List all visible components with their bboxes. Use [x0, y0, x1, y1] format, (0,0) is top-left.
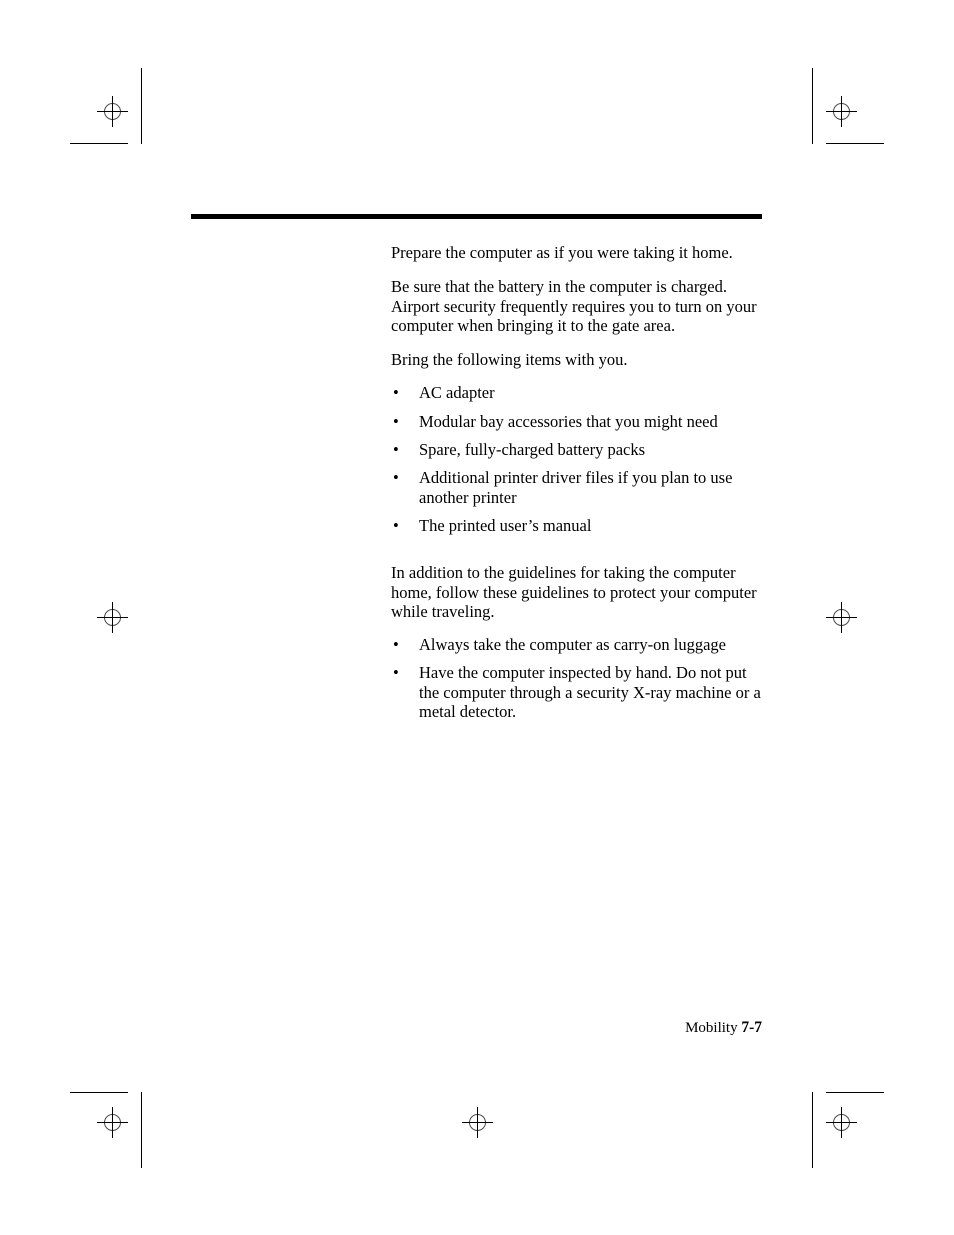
registration-mark-top-left [97, 96, 128, 127]
list-item-label: AC adapter [419, 383, 495, 403]
bullet-icon: • [393, 440, 399, 460]
bullet-icon: • [393, 663, 399, 683]
document-page: Prepare the computer as if you were taki… [0, 0, 954, 1235]
trim-mark-top-right-horizontal [826, 143, 884, 145]
registration-crosshair-vertical-icon [477, 1107, 478, 1138]
paragraph-battery-charged: Be sure that the battery in the computer… [391, 277, 757, 335]
paragraph-travel-guidelines: In addition to the guidelines for taking… [391, 563, 757, 621]
trim-mark-bottom-right-vertical [812, 1092, 814, 1168]
trim-mark-top-left-vertical [141, 68, 143, 144]
list-item: • Spare, fully-charged battery packs [391, 440, 763, 459]
bullet-icon: • [393, 383, 399, 403]
paragraph-prepare-computer: Prepare the computer as if you were taki… [391, 243, 733, 262]
list-item-label: Always take the computer as carry-on lug… [419, 635, 726, 655]
list-item: • AC adapter [391, 383, 763, 402]
list-item: • Additional printer driver files if you… [391, 468, 763, 507]
list-travel-guidelines: • Always take the computer as carry-on l… [391, 635, 763, 721]
footer-page-number: 7-7 [741, 1019, 762, 1036]
page-footer: Mobility 7-7 [0, 1019, 762, 1037]
registration-crosshair-vertical-icon [841, 96, 842, 127]
footer-section-label: Mobility [685, 1020, 738, 1036]
trim-mark-bottom-right-horizontal [826, 1092, 884, 1094]
list-item-label: Additional printer driver files if you p… [419, 468, 733, 507]
list-item: • The printed user’s manual [391, 516, 763, 535]
list-item: • Always take the computer as carry-on l… [391, 635, 763, 654]
trim-mark-bottom-left-vertical [141, 1092, 143, 1168]
list-item: • Have the computer inspected by hand. D… [391, 663, 763, 721]
registration-crosshair-vertical-icon [112, 602, 113, 633]
list-item: • Modular bay accessories that you might… [391, 412, 763, 431]
list-items-to-bring: • AC adapter • Modular bay accessories t… [391, 383, 763, 535]
registration-crosshair-vertical-icon [112, 96, 113, 127]
registration-mark-bottom-right [826, 1107, 857, 1138]
bullet-icon: • [393, 515, 399, 535]
list-item-label: Spare, fully-charged battery packs [419, 440, 646, 460]
bullet-icon: • [393, 635, 399, 655]
registration-mark-middle-left [97, 602, 128, 633]
registration-mark-top-right [826, 96, 857, 127]
registration-mark-bottom-center [462, 1107, 493, 1138]
body-content: Prepare the computer as if you were taki… [391, 243, 763, 736]
trim-mark-top-left-horizontal [70, 143, 128, 145]
list-item-label: Modular bay accessories that you might n… [419, 411, 718, 431]
paragraph-bring-items: Bring the following items with you. [391, 350, 628, 370]
bullet-icon: • [393, 468, 399, 488]
registration-mark-bottom-left [97, 1107, 128, 1138]
registration-mark-middle-right [826, 602, 857, 633]
registration-crosshair-vertical-icon [841, 602, 842, 633]
header-rule [191, 214, 762, 219]
trim-mark-top-right-vertical [812, 68, 814, 144]
list-item-label: Have the computer inspected by hand. Do … [419, 663, 761, 722]
bullet-icon: • [393, 411, 399, 431]
list-item-label: The printed user’s manual [419, 515, 592, 535]
registration-crosshair-vertical-icon [112, 1107, 113, 1138]
trim-mark-bottom-left-horizontal [70, 1092, 128, 1094]
registration-crosshair-vertical-icon [841, 1107, 842, 1138]
